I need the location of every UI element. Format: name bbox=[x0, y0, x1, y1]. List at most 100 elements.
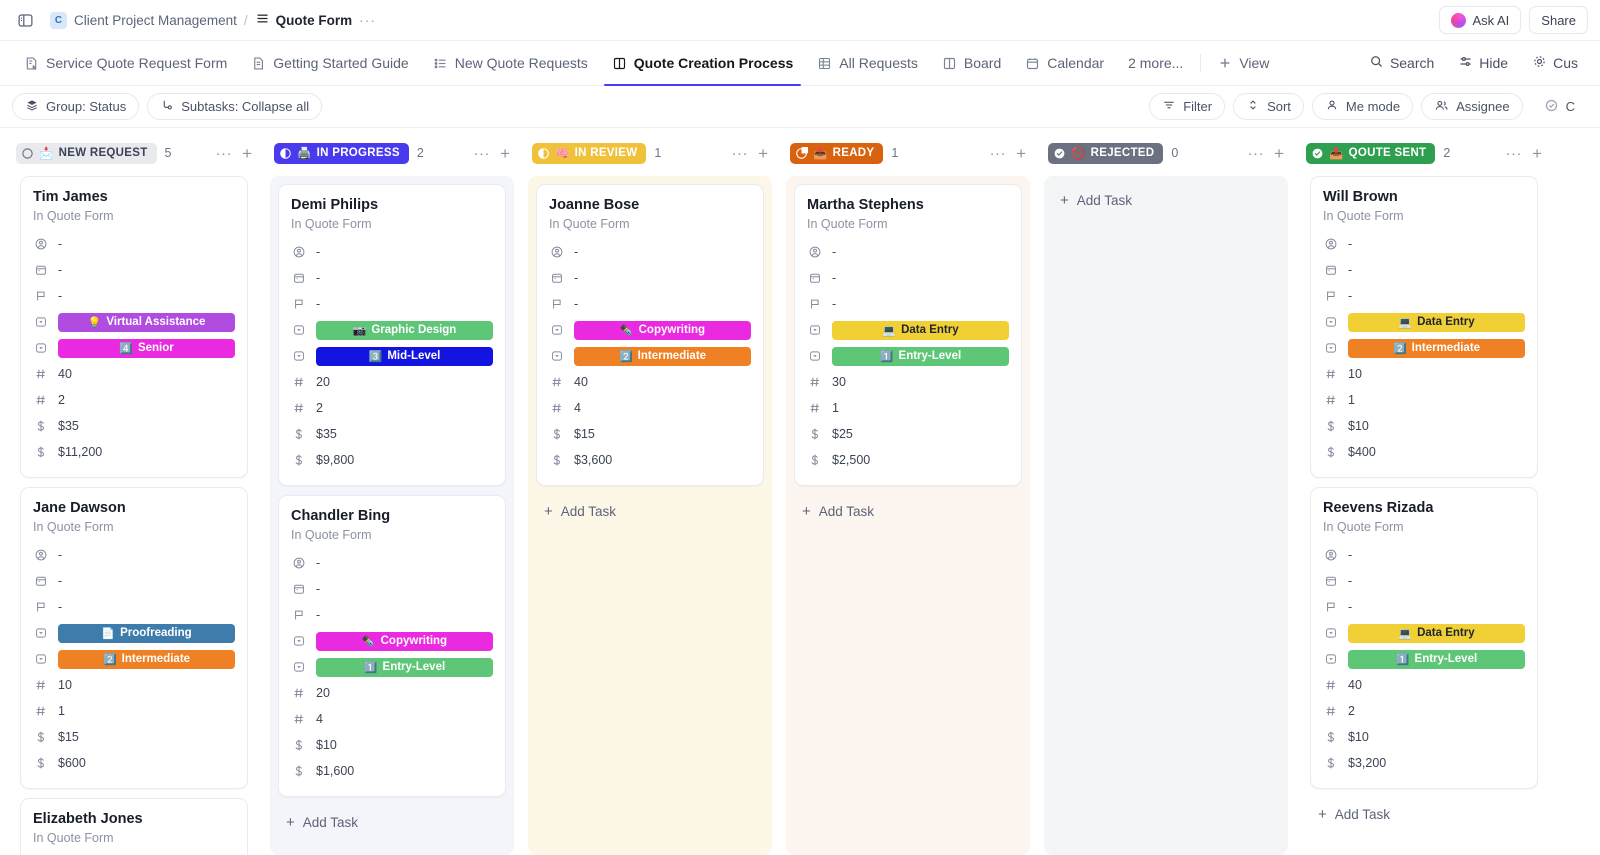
add-task-button[interactable]: + Add Task bbox=[1310, 798, 1538, 831]
field-assignee[interactable]: - bbox=[1323, 542, 1525, 568]
field-number-two[interactable]: 1 bbox=[807, 395, 1009, 421]
breadcrumb-doc[interactable]: Quote Form bbox=[255, 11, 352, 29]
field-assignee[interactable]: - bbox=[33, 231, 235, 257]
share-button[interactable]: Share bbox=[1529, 6, 1588, 34]
task-card[interactable]: Tim James In Quote Form - - - 💡 Virtual Assist… bbox=[20, 176, 248, 479]
tab-board[interactable]: Board bbox=[930, 41, 1013, 85]
tab-quote-creation-process[interactable]: Quote Creation Process bbox=[600, 41, 806, 86]
column-menu-icon[interactable]: ··· bbox=[732, 146, 749, 161]
field-total[interactable]: $600 bbox=[33, 750, 235, 776]
add-task-button[interactable]: + Add Task bbox=[794, 495, 1022, 528]
field-number-two[interactable]: 2 bbox=[1323, 698, 1525, 724]
subtasks-button[interactable]: Subtasks: Collapse all bbox=[147, 93, 323, 120]
field-priority[interactable]: - bbox=[1323, 594, 1525, 620]
ask-ai-button[interactable]: Ask AI bbox=[1439, 6, 1522, 34]
field-number-two[interactable]: 1 bbox=[1323, 387, 1525, 413]
field-assignee[interactable]: - bbox=[291, 239, 493, 265]
closed-toggle-button[interactable]: C bbox=[1530, 93, 1588, 120]
field-number-one[interactable]: 10 bbox=[33, 672, 235, 698]
sidebar-panel-icon[interactable] bbox=[12, 7, 38, 33]
field-priority[interactable]: - bbox=[291, 291, 493, 317]
field-level[interactable]: 1️⃣ Entry-Level bbox=[807, 343, 1009, 369]
field-rate[interactable]: $10 bbox=[1323, 724, 1525, 750]
column-menu-icon[interactable]: ··· bbox=[1506, 146, 1523, 161]
field-priority[interactable]: - bbox=[33, 283, 235, 309]
group-by-button[interactable]: Group: Status bbox=[12, 93, 140, 120]
field-level[interactable]: 2️⃣ Intermediate bbox=[1323, 335, 1525, 361]
field-priority[interactable]: - bbox=[1323, 283, 1525, 309]
field-number-two[interactable]: 2 bbox=[33, 387, 235, 413]
add-task-button[interactable]: + Add Task bbox=[536, 495, 764, 528]
field-level[interactable]: 2️⃣ Intermediate bbox=[33, 646, 235, 672]
status-badge[interactable]: 📩 NEW REQUEST bbox=[16, 142, 157, 164]
field-level[interactable]: 4️⃣ Senior bbox=[33, 335, 235, 361]
field-assignee[interactable]: - bbox=[807, 239, 1009, 265]
tabs-more-button[interactable]: 2 more... bbox=[1116, 41, 1195, 85]
field-number-one[interactable]: 10 bbox=[1323, 361, 1525, 387]
field-level[interactable]: 2️⃣ Intermediate bbox=[549, 343, 751, 369]
column-menu-icon[interactable]: ··· bbox=[990, 146, 1007, 161]
field-number-one[interactable]: 20 bbox=[291, 680, 493, 706]
add-view-button[interactable]: View bbox=[1206, 41, 1281, 85]
field-total[interactable]: $3,600 bbox=[549, 447, 751, 473]
field-due-date[interactable]: - bbox=[33, 568, 235, 594]
field-rate[interactable]: $15 bbox=[549, 421, 751, 447]
workspace-avatar[interactable]: C bbox=[50, 11, 67, 29]
field-rate[interactable]: $15 bbox=[33, 724, 235, 750]
customize-button[interactable]: Cus bbox=[1522, 54, 1588, 72]
task-card[interactable]: Martha Stephens In Quote Form - - - 💻 Data Ent… bbox=[794, 184, 1022, 487]
field-total[interactable]: $3,200 bbox=[1323, 750, 1525, 776]
breadcrumb-workspace[interactable]: Client Project Management bbox=[74, 13, 237, 28]
field-due-date[interactable]: - bbox=[807, 265, 1009, 291]
field-rate[interactable]: $10 bbox=[291, 732, 493, 758]
field-level[interactable]: 3️⃣ Mid-Level bbox=[291, 343, 493, 369]
field-service[interactable]: ✒️ Copywriting bbox=[291, 628, 493, 654]
column-add-task-icon[interactable]: + bbox=[500, 145, 510, 162]
column-add-task-icon[interactable]: + bbox=[758, 145, 768, 162]
task-card[interactable]: Chandler Bing In Quote Form - - - ✒️ Copywriti… bbox=[278, 495, 506, 798]
field-service[interactable]: 📄 Proofreading bbox=[33, 620, 235, 646]
tab-getting-started-guide[interactable]: Getting Started Guide bbox=[239, 41, 420, 85]
column-add-task-icon[interactable]: + bbox=[242, 145, 252, 162]
field-due-date[interactable]: - bbox=[1323, 568, 1525, 594]
status-badge[interactable]: 🖨️ IN PROGRESS bbox=[274, 142, 409, 164]
status-badge[interactable]: 🧠 IN REVIEW bbox=[532, 142, 647, 164]
field-total[interactable]: $2,500 bbox=[807, 447, 1009, 473]
field-due-date[interactable]: - bbox=[33, 257, 235, 283]
field-service[interactable]: 💡 Virtual Assistance bbox=[33, 309, 235, 335]
field-number-two[interactable]: 1 bbox=[33, 698, 235, 724]
field-number-one[interactable]: 40 bbox=[33, 361, 235, 387]
column-add-task-icon[interactable]: + bbox=[1016, 145, 1026, 162]
search-button[interactable]: Search bbox=[1359, 54, 1444, 72]
field-number-two[interactable]: 2 bbox=[291, 395, 493, 421]
column-menu-icon[interactable]: ··· bbox=[474, 146, 491, 161]
field-rate[interactable]: $35 bbox=[291, 421, 493, 447]
column-add-task-icon[interactable]: + bbox=[1532, 145, 1542, 162]
field-priority[interactable]: - bbox=[807, 291, 1009, 317]
field-rate[interactable]: $25 bbox=[807, 421, 1009, 447]
field-due-date[interactable]: - bbox=[291, 265, 493, 291]
task-card[interactable]: Demi Philips In Quote Form - - - 📷 Graphic Des… bbox=[278, 184, 506, 487]
field-number-one[interactable]: 20 bbox=[291, 369, 493, 395]
field-number-two[interactable]: 4 bbox=[549, 395, 751, 421]
task-card[interactable]: Jane Dawson In Quote Form - - - 📄 Proofreading… bbox=[20, 487, 248, 790]
breadcrumb-overflow-icon[interactable]: ··· bbox=[359, 12, 376, 28]
field-assignee[interactable]: - bbox=[549, 239, 751, 265]
field-number-one[interactable]: 30 bbox=[807, 369, 1009, 395]
field-number-two[interactable]: 4 bbox=[291, 706, 493, 732]
field-priority[interactable]: - bbox=[291, 602, 493, 628]
hide-button[interactable]: Hide bbox=[1448, 54, 1518, 72]
field-priority[interactable]: - bbox=[549, 291, 751, 317]
field-total[interactable]: $9,800 bbox=[291, 447, 493, 473]
field-service[interactable]: 💻 Data Entry bbox=[807, 317, 1009, 343]
field-level[interactable]: 1️⃣ Entry-Level bbox=[1323, 646, 1525, 672]
field-due-date[interactable]: - bbox=[291, 576, 493, 602]
field-due-date[interactable]: - bbox=[549, 265, 751, 291]
task-card[interactable]: Joanne Bose In Quote Form - - - ✒️ Copywriting… bbox=[536, 184, 764, 487]
field-number-one[interactable]: 40 bbox=[1323, 672, 1525, 698]
add-task-button[interactable]: + Add Task bbox=[278, 806, 506, 839]
field-service[interactable]: 📷 Graphic Design bbox=[291, 317, 493, 343]
field-priority[interactable]: - bbox=[33, 594, 235, 620]
filter-button[interactable]: Filter bbox=[1149, 93, 1226, 120]
column-menu-icon[interactable]: ··· bbox=[216, 146, 233, 161]
